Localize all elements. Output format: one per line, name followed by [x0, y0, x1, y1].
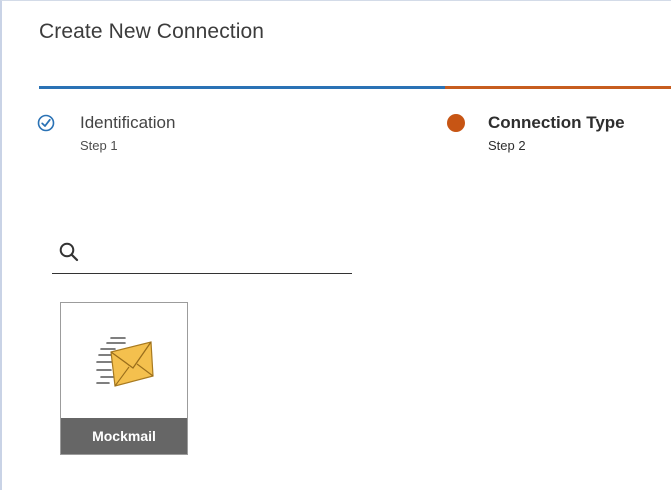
create-connection-dialog: Create New Connection Identification Ste…: [0, 0, 671, 490]
active-step-dot-icon: [447, 114, 465, 132]
mail-envelope-icon: [91, 332, 157, 392]
search-icon: [58, 241, 80, 263]
tile-label: Mockmail: [92, 428, 156, 444]
step-number: Step 1: [80, 138, 118, 153]
dialog-title: Create New Connection: [39, 20, 265, 43]
step-number: Step 2: [488, 138, 526, 153]
wizard-progress-bar: [39, 86, 671, 89]
progress-completed-segment: [39, 86, 445, 89]
step-name: Identification: [80, 113, 176, 132]
connection-type-tile-mockmail[interactable]: Mockmail: [60, 302, 188, 455]
progress-active-segment: [445, 86, 671, 89]
search-underline: [52, 273, 352, 274]
tile-label-bar: Mockmail: [61, 418, 187, 454]
connection-type-search: [52, 237, 352, 275]
search-input[interactable]: [86, 239, 348, 269]
check-circle-icon: [37, 114, 55, 132]
step-name: Connection Type: [488, 113, 625, 132]
